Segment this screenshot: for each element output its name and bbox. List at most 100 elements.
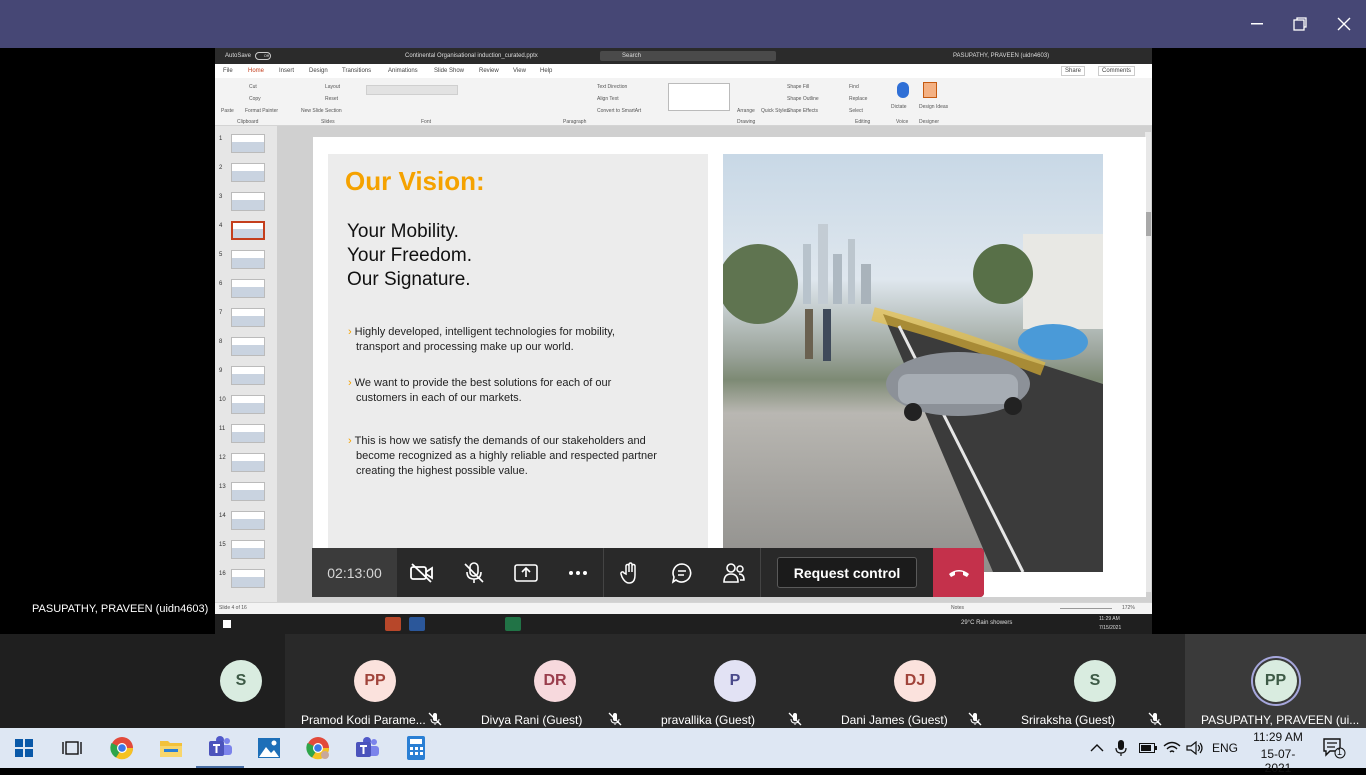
more-icon[interactable]: [552, 548, 604, 597]
volume-icon[interactable]: [1186, 728, 1204, 768]
search-placeholder: Search: [622, 53, 642, 59]
language-indicator[interactable]: ENG: [1212, 728, 1238, 768]
mic-off-icon[interactable]: [448, 548, 500, 597]
close-icon[interactable]: [1321, 0, 1366, 48]
slide-thumbnail[interactable]: [231, 424, 265, 443]
microphone-tray-icon[interactable]: [1115, 728, 1127, 768]
slide-thumbnail[interactable]: [231, 250, 265, 269]
slide-thumbnail[interactable]: [231, 569, 265, 588]
shapes-gallery[interactable]: [668, 83, 730, 111]
layout-button[interactable]: Layout: [325, 84, 340, 90]
replace-button[interactable]: Replace: [849, 96, 867, 102]
select-button[interactable]: Select: [849, 108, 863, 114]
participant-tile[interactable]: DR Divya Rani (Guest): [465, 634, 645, 728]
find-button[interactable]: Find: [849, 84, 859, 90]
slide-thumbnail[interactable]: [231, 134, 265, 153]
section-button[interactable]: Section: [325, 108, 342, 114]
ppt-menu: File Home Insert Design Transitions Anim…: [215, 64, 1152, 78]
slide-thumbnail[interactable]: [231, 192, 265, 211]
slide-thumbnail[interactable]: [231, 308, 265, 327]
microphone-icon[interactable]: [897, 82, 909, 98]
font-name-box[interactable]: [366, 85, 458, 95]
design-ideas-button[interactable]: Design Ideas: [919, 104, 948, 110]
windows-start-icon[interactable]: [0, 728, 48, 768]
menu-animations[interactable]: Animations: [388, 68, 418, 74]
slide-thumbnail[interactable]: [231, 453, 265, 472]
wifi-icon[interactable]: [1163, 728, 1181, 768]
menu-file[interactable]: File: [223, 68, 233, 74]
slide-thumbnail[interactable]: [231, 163, 265, 182]
participant-tile[interactable]: DJ Dani James (Guest): [825, 634, 1005, 728]
comments-button[interactable]: Comments: [1098, 66, 1136, 76]
task-view-icon[interactable]: [48, 728, 96, 768]
autosave-toggle[interactable]: Off: [255, 52, 271, 60]
file-explorer-icon[interactable]: [147, 728, 195, 768]
participant-tile[interactable]: S Sriraksha (Guest): [1005, 634, 1185, 728]
shape-outline-button[interactable]: Shape Outline: [787, 96, 819, 102]
arrange-button[interactable]: Arrange: [737, 108, 755, 114]
menu-view[interactable]: View: [513, 68, 526, 74]
paste-button[interactable]: Paste: [221, 108, 234, 114]
chrome-icon[interactable]: [98, 728, 146, 768]
notifications-icon[interactable]: 1: [1322, 728, 1346, 768]
menu-design[interactable]: Design: [309, 68, 328, 74]
zoom-slider[interactable]: [1060, 608, 1112, 609]
participant-tile[interactable]: PP PASUPATHY, PRAVEEN (ui...: [1185, 634, 1366, 728]
menu-insert[interactable]: Insert: [279, 68, 294, 74]
calculator-icon[interactable]: [392, 728, 440, 768]
chrome-profile-icon[interactable]: [294, 728, 342, 768]
reset-button[interactable]: Reset: [325, 96, 338, 102]
shape-effects-button[interactable]: Shape Effects: [787, 108, 818, 114]
text-direction-button[interactable]: Text Direction: [597, 84, 627, 90]
menu-transitions[interactable]: Transitions: [342, 68, 371, 74]
search-box[interactable]: Search: [600, 51, 776, 61]
battery-icon[interactable]: [1139, 728, 1157, 768]
teams-icon[interactable]: [196, 728, 244, 768]
thumbnail-number: 11: [219, 426, 226, 432]
notes-button[interactable]: Notes: [951, 605, 964, 611]
slide-thumbnail[interactable]: [231, 395, 265, 414]
share-button[interactable]: Share: [1061, 66, 1086, 76]
chat-icon[interactable]: [656, 548, 708, 597]
dictate-button[interactable]: Dictate: [891, 104, 907, 110]
new-slide-button[interactable]: New Slide: [301, 108, 324, 114]
restore-icon[interactable]: [1277, 0, 1323, 48]
slide-thumbnail[interactable]: [231, 511, 265, 530]
teams-classic-icon[interactable]: [343, 728, 391, 768]
menu-home[interactable]: Home: [248, 68, 264, 74]
clock[interactable]: 11:29 AM 15-07-2021: [1250, 730, 1306, 775]
hang-up-icon[interactable]: [933, 548, 984, 597]
format-painter-button[interactable]: Format Painter: [245, 108, 278, 114]
slide-thumbnail[interactable]: [231, 279, 265, 298]
photos-icon[interactable]: [245, 728, 293, 768]
convert-smartart-button[interactable]: Convert to SmartArt: [597, 108, 641, 114]
camera-off-icon[interactable]: [396, 548, 448, 597]
slide-thumbnail[interactable]: [231, 221, 265, 240]
align-text-button[interactable]: Align Text: [597, 96, 619, 102]
shape-fill-button[interactable]: Shape Fill: [787, 84, 809, 90]
share-screen-icon[interactable]: [500, 548, 552, 597]
request-control-button[interactable]: Request control: [777, 557, 917, 588]
minimize-icon[interactable]: [1234, 0, 1280, 48]
slide-thumbnail[interactable]: [231, 366, 265, 385]
slide-thumbnail[interactable]: [231, 482, 265, 501]
participant-tile[interactable]: Ppravallika (Guest): [645, 634, 825, 728]
cut-button[interactable]: Cut: [249, 84, 257, 90]
menu-review[interactable]: Review: [479, 68, 499, 74]
teams-title-bar: [0, 0, 1366, 48]
participants-icon[interactable]: [708, 548, 760, 597]
slide-thumbnail[interactable]: [231, 337, 265, 356]
thumbnail-number: 2: [219, 165, 223, 171]
participant-tile[interactable]: S: [196, 634, 286, 728]
menu-help[interactable]: Help: [540, 68, 552, 74]
copy-button[interactable]: Copy: [249, 96, 261, 102]
menu-slideshow[interactable]: Slide Show: [434, 68, 464, 74]
show-hidden-icons[interactable]: [1090, 728, 1104, 768]
slide-thumbnail[interactable]: [231, 540, 265, 559]
motto-line: Your Freedom.: [347, 245, 472, 266]
designer-icon[interactable]: [923, 82, 937, 98]
raise-hand-icon[interactable]: [604, 548, 656, 597]
windows-taskbar: ENG 11:29 AM 15-07-2021 1: [0, 728, 1366, 775]
participant-tile[interactable]: PP Pramod Kodi Parame...: [285, 634, 465, 728]
quick-styles-button[interactable]: Quick Styles: [761, 108, 789, 114]
